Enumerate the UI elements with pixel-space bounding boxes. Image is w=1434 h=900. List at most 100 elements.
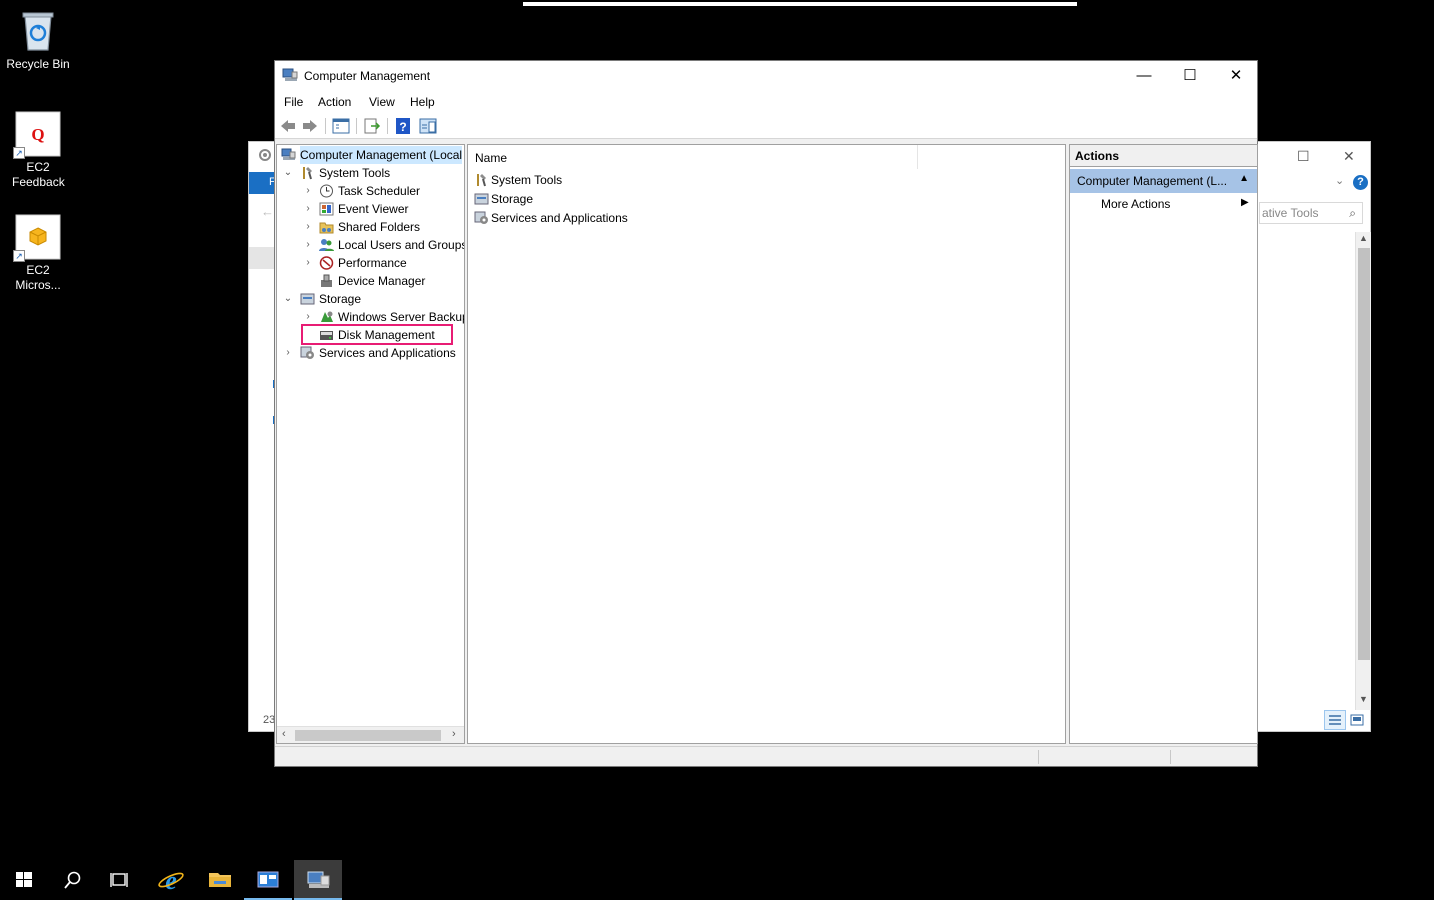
minimize-icon: — xyxy=(1136,67,1152,84)
shortcut-arrow-icon: ↗ xyxy=(13,250,25,262)
scroll-up-icon[interactable]: ▲ xyxy=(1359,233,1368,243)
windows-logo-icon xyxy=(16,872,32,887)
console-tree-icon xyxy=(332,118,350,134)
scroll-down-icon[interactable]: ▼ xyxy=(1359,694,1368,704)
computer-management-icon xyxy=(282,68,298,82)
taskbar: e xyxy=(0,860,1434,900)
clock-icon xyxy=(320,184,333,198)
internet-explorer-icon: e xyxy=(158,866,184,895)
chevron-right-icon[interactable]: › xyxy=(302,182,314,200)
close-button[interactable]: ✕ xyxy=(1213,61,1259,91)
menu-bar: File Action View Help xyxy=(275,91,1257,113)
toolbar: ? xyxy=(275,113,1257,139)
back-arrow-icon[interactable]: ← xyxy=(261,204,274,219)
menu-file[interactable]: File xyxy=(284,95,303,109)
show-hide-console-tree-button[interactable] xyxy=(331,117,351,135)
title-bar[interactable]: Computer Management — ☐ ✕ xyxy=(275,61,1257,91)
svg-text:?: ? xyxy=(399,120,406,134)
server-manager-taskbar[interactable] xyxy=(244,860,292,900)
forward-button[interactable] xyxy=(300,117,320,135)
background-search-input[interactable]: ative Tools ⌕ xyxy=(1259,202,1363,224)
chevron-down-icon[interactable]: ⌄ xyxy=(1335,174,1344,187)
window-title: Computer Management xyxy=(304,69,431,83)
tree-horizontal-scrollbar[interactable]: ‹ › xyxy=(277,726,464,743)
search-button[interactable] xyxy=(48,860,96,900)
actions-section-computer-management[interactable]: Computer Management (L... ▲ xyxy=(1070,169,1257,193)
chevron-right-icon[interactable]: › xyxy=(302,254,314,272)
submenu-arrow-icon: ▶ xyxy=(1241,197,1249,208)
desktop-icon-label: EC2 Micros... xyxy=(15,263,61,292)
console-tree-pane[interactable]: Computer Management (Local ⌄ System Tool… xyxy=(276,144,465,744)
search-icon xyxy=(64,871,81,889)
chevron-right-icon[interactable]: › xyxy=(302,200,314,218)
disk-management-highlight xyxy=(301,324,453,345)
actions-header: Actions xyxy=(1070,145,1257,167)
close-icon[interactable]: ✕ xyxy=(1343,148,1355,165)
maximize-icon: ☐ xyxy=(1183,67,1197,84)
ec2-shortcut-icon: ↗ xyxy=(13,214,61,262)
scroll-right-icon[interactable]: › xyxy=(452,728,456,740)
storage-icon xyxy=(474,193,489,205)
system-tools-icon xyxy=(303,167,312,180)
background-vertical-scrollbar[interactable]: ▲ ▼ xyxy=(1355,232,1371,710)
minimize-button[interactable]: — xyxy=(1121,61,1167,91)
desktop-icon-ec2-micros[interactable]: ↗ EC2 Micros... xyxy=(0,214,76,293)
results-pane[interactable]: Name System Tools Storage Services and A… xyxy=(467,144,1066,744)
maximize-icon[interactable]: ☐ xyxy=(1297,148,1310,165)
export-list-button[interactable] xyxy=(362,117,382,135)
shortcut-arrow-icon: ↗ xyxy=(13,147,25,159)
help-icon[interactable]: ? xyxy=(1353,175,1368,190)
feedback-shortcut-icon: Q ↗ xyxy=(13,111,61,159)
storage-icon xyxy=(300,293,315,305)
scrollbar-thumb[interactable] xyxy=(295,730,441,741)
status-divider xyxy=(1170,750,1171,764)
desktop-icon-recycle-bin[interactable]: Recycle Bin xyxy=(0,8,76,72)
actions-pane: Actions Computer Management (L... ▲ More… xyxy=(1069,144,1258,744)
computer-management-window[interactable]: Computer Management — ☐ ✕ File Action Vi… xyxy=(274,60,1258,767)
forward-arrow-icon xyxy=(303,120,317,132)
desktop-icon-ec2-feedback[interactable]: Q ↗ EC2 Feedback xyxy=(0,111,76,190)
internet-explorer-taskbar[interactable]: e xyxy=(148,860,196,900)
details-view-icon[interactable] xyxy=(1324,710,1346,730)
show-hide-action-pane-button[interactable] xyxy=(418,117,438,135)
computer-management-icon xyxy=(307,871,330,888)
help-button[interactable]: ? xyxy=(393,117,413,135)
chevron-right-icon[interactable]: › xyxy=(282,344,294,362)
chevron-down-icon[interactable]: ⌄ xyxy=(282,290,294,308)
large-icons-view-icon[interactable] xyxy=(1349,712,1365,728)
collapse-up-icon[interactable]: ▲ xyxy=(1239,173,1249,184)
file-explorer-taskbar[interactable] xyxy=(196,860,244,900)
backup-icon xyxy=(321,311,333,322)
event-viewer-icon xyxy=(319,202,334,216)
background-window-edge xyxy=(523,2,1077,6)
menu-action[interactable]: Action xyxy=(318,95,351,109)
back-arrow-icon xyxy=(281,120,295,132)
menu-help[interactable]: Help xyxy=(410,95,435,109)
menu-view[interactable]: View xyxy=(369,95,395,109)
export-icon xyxy=(364,118,381,134)
scroll-left-icon[interactable]: ‹ xyxy=(282,728,286,740)
computer-management-icon xyxy=(281,148,296,160)
folder-icon xyxy=(209,873,231,887)
svg-text:e: e xyxy=(165,866,177,895)
start-button[interactable] xyxy=(0,860,48,900)
column-header-name[interactable]: Name xyxy=(468,145,918,169)
chevron-down-icon[interactable]: ⌄ xyxy=(282,164,294,182)
task-view-button[interactable] xyxy=(96,860,144,900)
more-actions-item[interactable]: More Actions ▶ xyxy=(1101,197,1249,211)
help-icon: ? xyxy=(396,118,410,134)
back-button[interactable] xyxy=(278,117,298,135)
chevron-right-icon[interactable]: › xyxy=(302,236,314,254)
background-ribbon-tab[interactable]: F xyxy=(249,172,276,194)
services-icon xyxy=(300,346,314,359)
chevron-right-icon[interactable]: › xyxy=(302,218,314,236)
maximize-button[interactable]: ☐ xyxy=(1167,61,1213,91)
desktop-icon-label: EC2 Feedback xyxy=(12,160,65,189)
gear-icon xyxy=(257,148,273,162)
background-nav-item[interactable] xyxy=(249,247,275,269)
column-header-empty[interactable] xyxy=(918,145,1064,169)
performance-icon xyxy=(319,256,334,270)
computer-management-taskbar[interactable] xyxy=(294,860,342,900)
device-manager-icon xyxy=(321,274,332,287)
scrollbar-thumb[interactable] xyxy=(1358,248,1370,660)
